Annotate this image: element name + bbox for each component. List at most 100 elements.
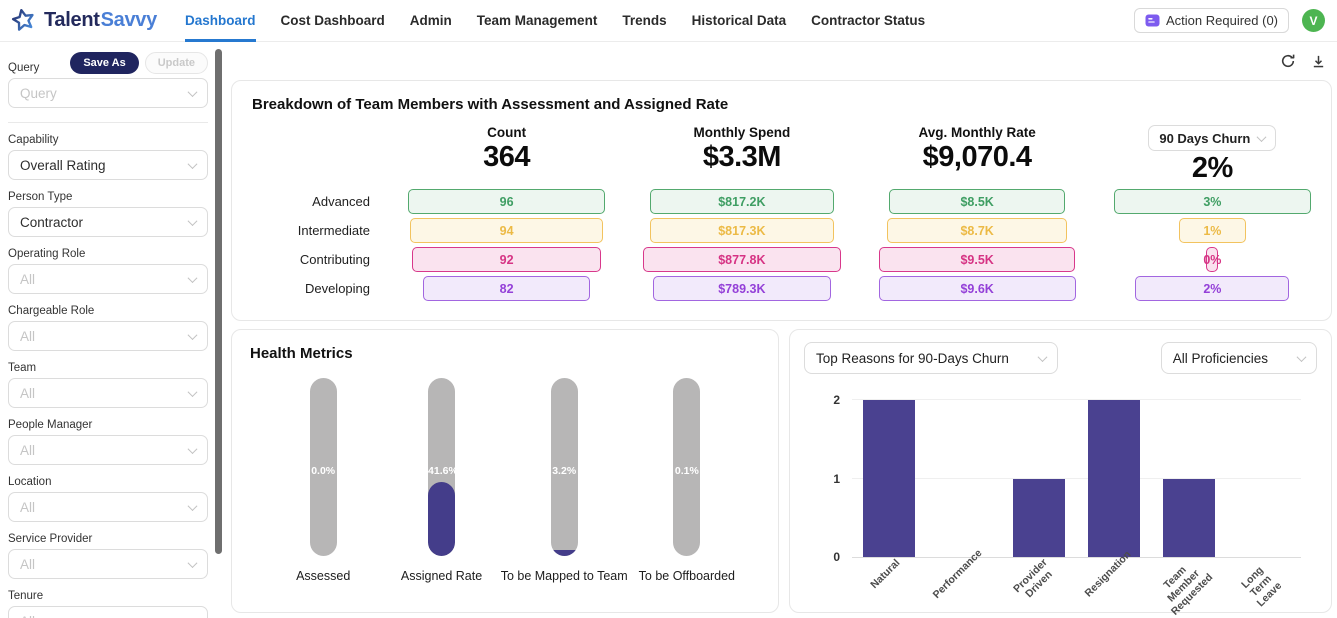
- filter-label-service-provider: Service Provider: [8, 533, 208, 545]
- nav-item-team-management[interactable]: Team Management: [477, 0, 598, 42]
- breakdown-title: Breakdown of Team Members with Assessmen…: [252, 96, 1311, 113]
- nav-item-trends[interactable]: Trends: [622, 0, 666, 42]
- query-select[interactable]: Query: [8, 78, 208, 108]
- filter-label-location: Location: [8, 476, 208, 488]
- filter-select-location[interactable]: All: [8, 492, 208, 522]
- filter-select-person-type[interactable]: Contractor: [8, 207, 208, 237]
- nav-item-admin[interactable]: Admin: [410, 0, 452, 42]
- filter-label-capability: Capability: [8, 134, 208, 146]
- filter-label-team: Team: [8, 362, 208, 374]
- churn-bar-team-member-requested: [1163, 479, 1215, 558]
- health-metric-label: Assessed: [296, 569, 350, 583]
- chevron-down-icon: [188, 87, 198, 97]
- breakdown-col-monthly-spend: Monthly Spend$3.3M$817.2K$817.3K$877.8K$…: [643, 125, 840, 303]
- bar-slot-provider-driven: [1002, 400, 1077, 557]
- chevron-down-icon: [1037, 352, 1047, 362]
- breakdown-head-spacer: [252, 125, 370, 187]
- proficiency-dropdown[interactable]: All Proficiencies: [1161, 342, 1317, 374]
- stat-bar-avg-monthly-rate-developing: $9.6K: [879, 276, 1076, 301]
- main-nav: Dashboard Cost Dashboard Admin Team Managem…: [185, 0, 925, 42]
- churn-period-dropdown-value: 90 Days Churn: [1159, 131, 1250, 146]
- filter-label-chargeable-role: Chargeable Role: [8, 305, 208, 317]
- churn-bar-chart: 012 NaturalPerformanceProvider DrivenRes…: [852, 400, 1301, 618]
- filter-select-value: All: [20, 614, 35, 618]
- brand-logo[interactable]: TalentSavvy: [10, 7, 173, 34]
- y-tick-2: 2: [833, 393, 840, 407]
- filter-select-tenure[interactable]: All: [8, 606, 208, 618]
- row-label-advanced: Advanced: [252, 189, 370, 214]
- y-tick-0: 0: [833, 550, 840, 564]
- sidebar-scrollbar[interactable]: [215, 49, 222, 554]
- row-label-contributing: Contributing: [252, 247, 370, 272]
- nav-item-historical-data[interactable]: Historical Data: [692, 0, 787, 42]
- bar-slot-team-member-requested: [1151, 400, 1226, 557]
- breakdown-card: Breakdown of Team Members with Assessmen…: [231, 80, 1332, 321]
- bar-slot-resignation: [1076, 400, 1151, 557]
- x-label-natural: Natural: [869, 557, 903, 591]
- x-label-team-member-requested: Team Member Requested: [1152, 554, 1216, 618]
- refresh-icon[interactable]: [1280, 53, 1296, 69]
- x-label-long-term-leave: Long Term Leave: [1237, 563, 1284, 610]
- column-total-count: 364: [483, 143, 530, 172]
- breakdown-grid: AdvancedIntermediateContributingDevelopi…: [252, 125, 1311, 303]
- column-total-monthly-spend: $3.3M: [703, 143, 781, 172]
- avatar[interactable]: V: [1302, 9, 1325, 32]
- filter-select-value: Contractor: [20, 215, 83, 230]
- breakdown-col-head: Avg. Monthly Rate $9,070.4: [879, 125, 1076, 187]
- health-gauge-value: 0.1%: [673, 465, 700, 477]
- bar-slot-long-term-leave: [1226, 400, 1301, 557]
- column-header-monthly-spend: Monthly Spend: [694, 125, 791, 140]
- breakdown-col-head: Monthly Spend $3.3M: [643, 125, 840, 187]
- breakdown-col-avg-monthly-rate: Avg. Monthly Rate$9,070.4$8.5K$8.7K$9.5K…: [879, 125, 1076, 303]
- update-button[interactable]: Update: [145, 52, 208, 74]
- brand-name-left: Talent: [44, 9, 100, 31]
- sidebar-divider: [8, 122, 208, 123]
- chevron-down-icon: [1297, 352, 1307, 362]
- nav-item-contractor-status[interactable]: Contractor Status: [811, 0, 925, 42]
- filter-select-capability[interactable]: Overall Rating: [8, 150, 208, 180]
- action-required-button[interactable]: Action Required (0): [1134, 8, 1289, 33]
- churn-reason-dropdown[interactable]: Top Reasons for 90-Days Churn: [804, 342, 1058, 374]
- chevron-down-icon: [188, 615, 198, 618]
- filter-select-operating-role[interactable]: All: [8, 264, 208, 294]
- column-header-avg-monthly-rate: Avg. Monthly Rate: [918, 125, 1035, 140]
- x-label-slot-provider-driven: Provider Driven: [1002, 558, 1077, 618]
- nav-item-dashboard[interactable]: Dashboard: [185, 0, 256, 42]
- save-as-button[interactable]: Save As: [70, 52, 138, 74]
- dashboard-toolbar: [231, 42, 1332, 80]
- column-header-count: Count: [487, 125, 526, 140]
- nav-item-cost-dashboard[interactable]: Cost Dashboard: [281, 0, 385, 42]
- filter-select-team[interactable]: All: [8, 378, 208, 408]
- bar-slot-natural: [852, 400, 927, 557]
- chevron-down-icon: [188, 273, 198, 283]
- health-metric-assessed: 0.0% Assessed: [264, 378, 382, 583]
- health-gauge: 0.0%: [310, 378, 337, 556]
- x-label-slot-long-term-leave: Long Term Leave: [1226, 558, 1301, 618]
- filter-select-service-provider[interactable]: All: [8, 549, 208, 579]
- y-tick-1: 1: [833, 472, 840, 486]
- health-metrics-card: Health Metrics 0.0%Assessed41.6%Assigned…: [231, 329, 779, 613]
- chevron-down-icon: [188, 159, 198, 169]
- stat-bar-monthly-spend-intermediate: $817.3K: [650, 218, 833, 243]
- stat-bar-90-days-churn-intermediate: 1%: [1179, 218, 1246, 243]
- query-select-value: Query: [20, 86, 57, 101]
- stat-bar-avg-monthly-rate-contributing: $9.5K: [879, 247, 1074, 272]
- churn-period-dropdown[interactable]: 90 Days Churn: [1148, 125, 1276, 151]
- filter-select-value: All: [20, 500, 35, 515]
- stat-bar-monthly-spend-contributing: $877.8K: [643, 247, 840, 272]
- row-label-developing: Developing: [252, 276, 370, 301]
- stat-bar-monthly-spend-developing: $789.3K: [653, 276, 831, 301]
- column-total-avg-monthly-rate: $9,070.4: [923, 143, 1032, 172]
- filter-select-chargeable-role[interactable]: All: [8, 321, 208, 351]
- download-icon[interactable]: [1311, 54, 1326, 69]
- health-metric-label: To be Mapped to Team: [501, 569, 628, 583]
- chevron-down-icon: [1257, 132, 1267, 142]
- filter-select-value: All: [20, 329, 35, 344]
- star-logo-icon: [7, 4, 39, 36]
- stat-bar-count-advanced: 96: [408, 189, 605, 214]
- filter-select-people-manager[interactable]: All: [8, 435, 208, 465]
- proficiency-dropdown-value: All Proficiencies: [1173, 351, 1268, 366]
- filter-label-operating-role: Operating Role: [8, 248, 208, 260]
- main-content: Breakdown of Team Members with Assessmen…: [230, 42, 1337, 618]
- health-gauge: 3.2%: [551, 378, 578, 556]
